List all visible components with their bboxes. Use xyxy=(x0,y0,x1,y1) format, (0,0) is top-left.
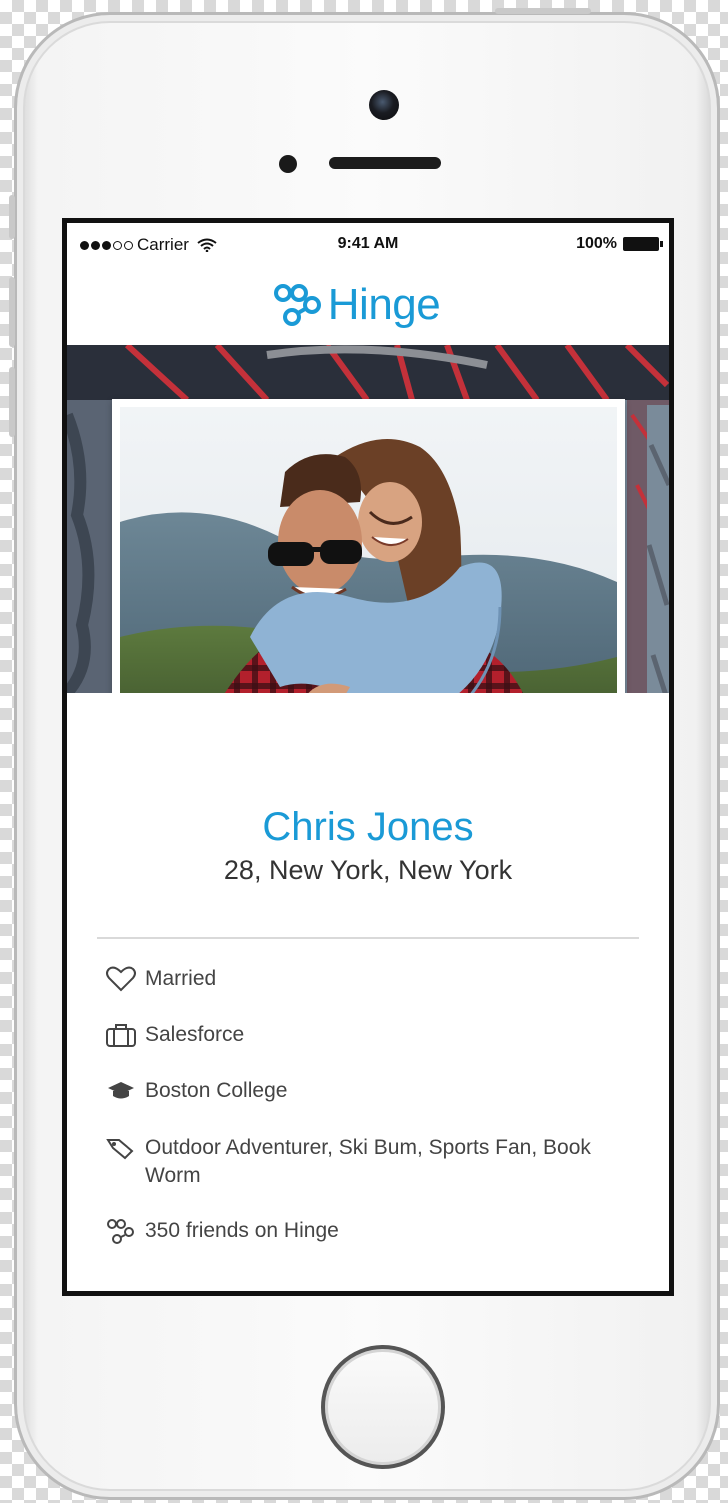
detail-text: Outdoor Adventurer, Ski Bum, Sports Fan,… xyxy=(145,1136,591,1187)
earpiece-speaker xyxy=(329,157,441,169)
hinge-friends-icon xyxy=(105,1217,145,1245)
brand-name: Hinge xyxy=(327,280,441,329)
brand-logo[interactable]: Hinge xyxy=(272,280,441,330)
phone-screen: Carrier 9:41 AM 100% Hinge Chris Jones 2… xyxy=(62,218,674,1296)
detail-relationship: Married xyxy=(105,965,639,993)
profile-photo[interactable] xyxy=(112,399,625,693)
graduation-cap-icon xyxy=(105,1077,145,1105)
proximity-sensor xyxy=(279,155,297,173)
profile-name: Chris Jones xyxy=(262,805,474,849)
front-camera xyxy=(369,90,399,120)
app-header: Hinge xyxy=(67,265,669,345)
volume-up-button xyxy=(9,277,15,347)
detail-text: 350 friends on Hinge xyxy=(145,1219,339,1242)
tag-icon xyxy=(105,1134,145,1162)
battery-percent: 100% xyxy=(576,235,617,252)
battery-icon xyxy=(623,237,663,251)
hinge-logo-icon xyxy=(273,284,321,326)
detail-work: Salesforce xyxy=(105,1021,639,1049)
briefcase-icon xyxy=(105,1021,145,1049)
profile-photo-image xyxy=(120,407,617,693)
detail-friends: 350 friends on Hinge xyxy=(105,1217,639,1245)
detail-interests: Outdoor Adventurer, Ski Bum, Sports Fan,… xyxy=(105,1134,639,1190)
detail-text: Salesforce xyxy=(145,1023,245,1046)
detail-text: Married xyxy=(145,967,217,990)
power-button xyxy=(495,8,591,14)
profile-location: 28, New York, New York xyxy=(223,855,513,885)
home-button[interactable] xyxy=(321,1345,445,1469)
status-right: 100% xyxy=(576,235,663,253)
next-photo-peek[interactable] xyxy=(646,405,669,693)
volume-down-button xyxy=(9,367,15,437)
divider xyxy=(97,937,639,939)
profile-header: Chris Jones 28, New York, New York xyxy=(67,803,669,886)
photo-carousel[interactable] xyxy=(67,345,669,693)
detail-text: Boston College xyxy=(145,1079,288,1102)
mute-switch xyxy=(9,195,15,239)
detail-education: Boston College xyxy=(105,1077,639,1105)
heart-icon xyxy=(105,965,145,993)
status-bar: Carrier 9:41 AM 100% xyxy=(67,223,669,265)
